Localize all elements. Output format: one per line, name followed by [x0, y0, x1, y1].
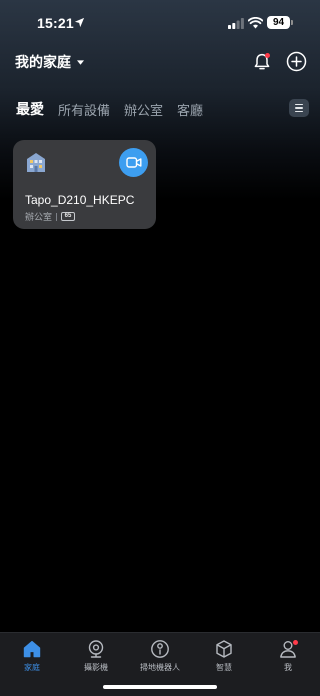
tab-living-room[interactable]: 客廳	[177, 100, 203, 119]
status-bar: 15:21 94	[0, 0, 320, 46]
device-meta: 辦公室 65	[25, 210, 76, 223]
app-screen: 15:21 94 我的家庭 最愛 所有設備 辦公室 客廳 Tapo_D210_H…	[0, 0, 320, 696]
status-time: 15:21	[37, 15, 74, 31]
nav-smart-label: 智慧	[216, 663, 232, 672]
signal-icon	[228, 18, 244, 29]
home-selector[interactable]: 我的家庭	[15, 52, 84, 72]
home-icon	[23, 640, 41, 658]
battery-tip	[291, 20, 293, 25]
tabs-menu-button[interactable]	[289, 99, 309, 117]
menu-icon	[295, 104, 303, 106]
location-arrow-icon	[74, 17, 85, 28]
nav-robot-vacuum[interactable]: 掃地機器人	[128, 639, 192, 679]
room-tabs: 最愛 所有設備 辦公室 客廳	[16, 98, 217, 120]
device-room: 辦公室	[25, 213, 53, 223]
nav-cameras-label: 攝影機	[84, 663, 108, 672]
nav-me-label: 我	[284, 663, 292, 672]
device-card[interactable]: Tapo_D210_HKEPC 辦公室 65	[13, 140, 156, 229]
camera-icon	[125, 157, 141, 168]
nav-me[interactable]: 我	[256, 639, 320, 679]
nav-smart[interactable]: 智慧	[192, 639, 256, 679]
notification-dot	[265, 53, 270, 58]
divider	[56, 212, 58, 221]
nav-home[interactable]: 家庭	[0, 639, 64, 679]
webcam-icon	[88, 640, 104, 658]
home-indicator[interactable]	[103, 685, 217, 689]
home-title: 我的家庭	[15, 55, 71, 71]
signal-badge: 65	[61, 212, 76, 221]
nav-home-label: 家庭	[24, 663, 40, 672]
notification-dot	[293, 640, 298, 645]
nav-cameras[interactable]: 攝影機	[64, 639, 128, 679]
building-icon	[27, 153, 45, 172]
robot-vacuum-icon	[151, 640, 169, 658]
add-icon[interactable]	[286, 51, 307, 72]
caret-down-icon	[77, 59, 84, 65]
tab-all-devices[interactable]: 所有設備	[58, 100, 110, 119]
device-name: Tapo_D210_HKEPC	[25, 193, 135, 207]
battery-icon: 94	[267, 16, 290, 29]
tab-office[interactable]: 辦公室	[124, 100, 163, 119]
wifi-icon	[248, 17, 263, 29]
camera-live-button[interactable]	[119, 148, 148, 177]
tab-favorites[interactable]: 最愛	[16, 99, 44, 119]
nav-robot-vacuum-label: 掃地機器人	[140, 663, 180, 672]
cube-icon	[216, 640, 232, 658]
